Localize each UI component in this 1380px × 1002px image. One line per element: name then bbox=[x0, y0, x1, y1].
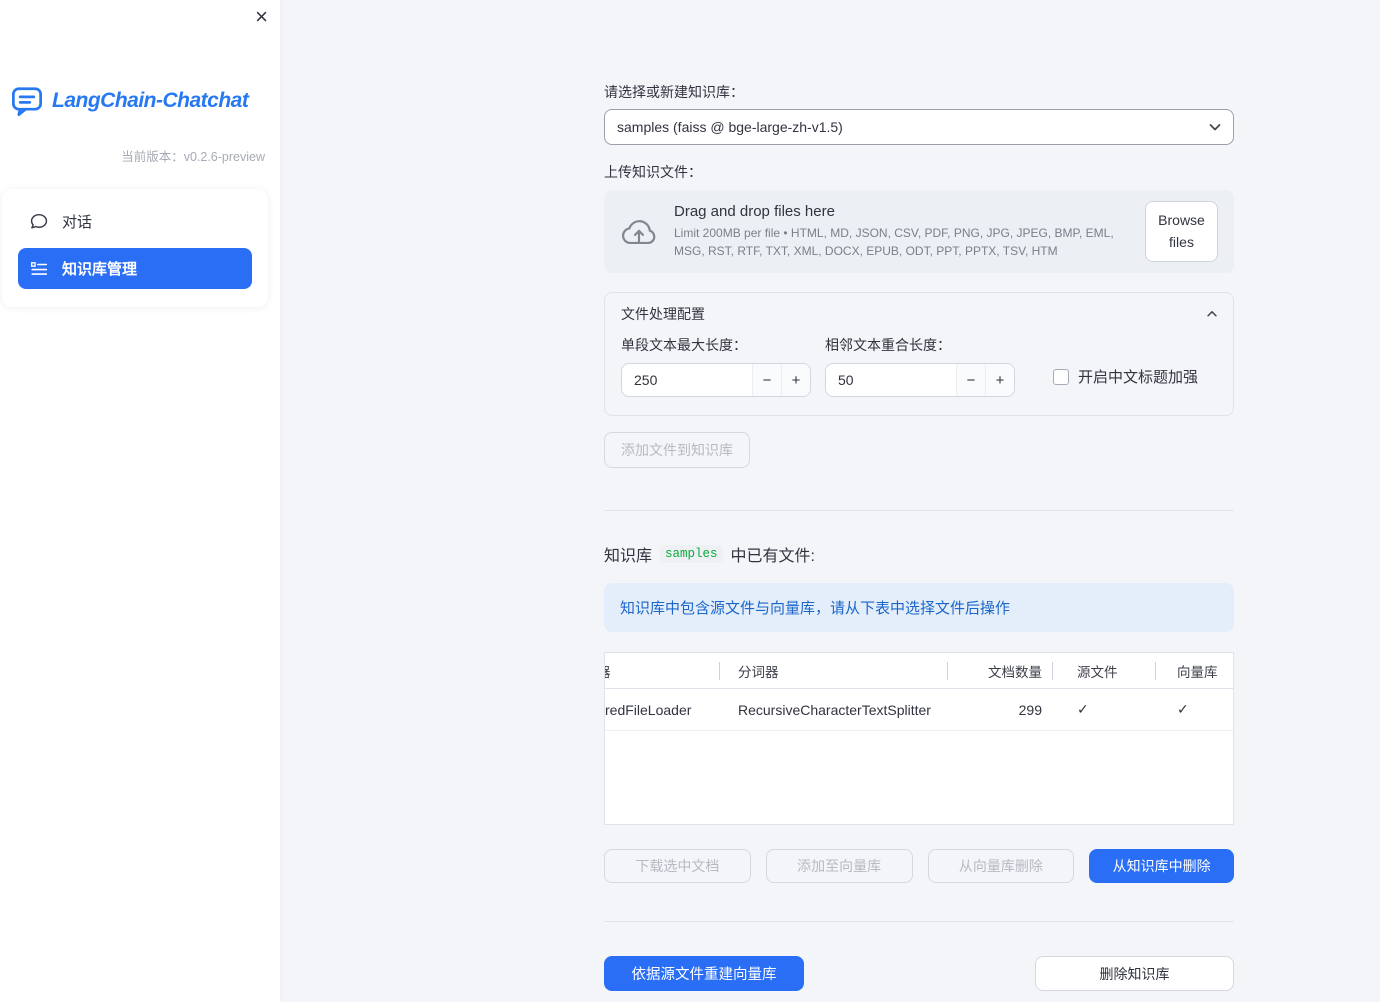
expander-header[interactable]: 文件处理配置 bbox=[605, 293, 1233, 333]
overlap-size-value[interactable]: 50 bbox=[826, 372, 956, 388]
overlap-size-plus-button[interactable]: + bbox=[985, 364, 1014, 396]
chevron-down-icon bbox=[1207, 119, 1223, 135]
table-header-vector-store[interactable]: 向量库 bbox=[1156, 653, 1233, 688]
logo-chat-icon bbox=[10, 86, 44, 116]
main-content: 请选择或新建知识库： samples (faiss @ bge-large-zh… bbox=[604, 0, 1234, 991]
delete-from-vector-store-button[interactable]: 从向量库删除 bbox=[927, 849, 1075, 883]
zh-title-enhance-checkbox[interactable] bbox=[1053, 368, 1069, 385]
uploader-limit-text: Limit 200MB per file • HTML, MD, JSON, C… bbox=[674, 226, 1114, 258]
kb-management-buttons: 依据源文件重建向量库 删除知识库 bbox=[604, 956, 1234, 991]
sidebar: × LangChain-Chatchat 当前版本：v0.2.6-preview… bbox=[0, 0, 280, 1002]
cloud-upload-icon bbox=[620, 217, 658, 247]
chunk-size-value[interactable]: 250 bbox=[622, 372, 752, 388]
chunk-size-minus-button[interactable]: − bbox=[752, 364, 781, 396]
table-row[interactable]: redFileLoader RecursiveCharacterTextSpli… bbox=[605, 689, 1233, 731]
logo-text: LangChain-Chatchat bbox=[52, 89, 249, 112]
divider bbox=[604, 510, 1234, 511]
download-selected-button[interactable]: 下载选中文档 bbox=[604, 849, 751, 883]
info-alert: 知识库中包含源文件与向量库，请从下表中选择文件后操作 bbox=[604, 583, 1234, 632]
file-config-expander: 文件处理配置 单段文本最大长度： 250 − + 相邻文本重合长度： 50 − … bbox=[604, 292, 1234, 416]
sidebar-item-label: 知识库管理 bbox=[62, 261, 138, 278]
divider bbox=[604, 921, 1234, 922]
zh-title-enhance-label: 开启中文标题加强 bbox=[1078, 369, 1199, 386]
cell-loader: redFileLoader bbox=[605, 701, 692, 718]
overlap-size-minus-button[interactable]: − bbox=[956, 364, 985, 396]
expander-body: 单段文本最大长度： 250 − + 相邻文本重合长度： 50 − + 开启中文标… bbox=[605, 333, 1233, 415]
table-header-doc-count[interactable]: 文档数量 bbox=[948, 653, 1053, 688]
uploader-drag-text: Drag and drop files here bbox=[674, 203, 835, 221]
existing-prefix: 知识库 bbox=[604, 548, 653, 565]
add-to-vector-store-button[interactable]: 添加至向量库 bbox=[765, 849, 913, 883]
table-header-source-file[interactable]: 源文件 bbox=[1053, 653, 1156, 688]
browse-files-button[interactable]: Browse files bbox=[1145, 200, 1218, 263]
delete-kb-button[interactable]: 删除知识库 bbox=[1035, 956, 1234, 991]
chunk-size-group: 单段文本最大长度： 250 − + bbox=[621, 335, 825, 397]
table-header-splitter[interactable]: 分词器 bbox=[720, 653, 948, 688]
cell-splitter: RecursiveCharacterTextSplitter bbox=[738, 701, 931, 718]
overlap-size-label: 相邻文本重合长度： bbox=[825, 337, 951, 353]
version-label: 当前版本：v0.2.6-preview bbox=[121, 150, 265, 164]
zh-title-enhance-group: 开启中文标题加强 bbox=[1053, 366, 1198, 387]
kb-selectbox[interactable]: samples (faiss @ bge-large-zh-v1.5) bbox=[604, 109, 1234, 145]
table-header-row: 器 分词器 文档数量 源文件 向量库 bbox=[605, 653, 1233, 689]
sidebar-item-knowledge-base[interactable]: 知识库管理 bbox=[18, 248, 252, 289]
kb-select-label: 请选择或新建知识库： bbox=[604, 84, 744, 100]
app-logo: LangChain-Chatchat bbox=[0, 86, 280, 116]
sidebar-menu: 对话 知识库管理 bbox=[2, 189, 268, 307]
kb-selected-value: samples (faiss @ bge-large-zh-v1.5) bbox=[617, 119, 843, 135]
upload-label: 上传知识文件： bbox=[604, 164, 702, 180]
expander-title: 文件处理配置 bbox=[621, 306, 705, 322]
chunk-size-plus-button[interactable]: + bbox=[781, 364, 810, 396]
file-uploader-dropzone[interactable]: Drag and drop files here Limit 200MB per… bbox=[604, 190, 1234, 273]
kb-name-code: samples bbox=[660, 545, 723, 563]
overlap-size-group: 相邻文本重合长度： 50 − + bbox=[825, 335, 1029, 397]
rebuild-vector-store-button[interactable]: 依据源文件重建向量库 bbox=[604, 956, 804, 991]
chunk-size-label: 单段文本最大长度： bbox=[621, 337, 747, 353]
add-files-to-kb-button[interactable]: 添加文件到知识库 bbox=[604, 432, 750, 468]
file-action-buttons: 下载选中文档 添加至向量库 从向量库删除 从知识库中删除 bbox=[604, 849, 1234, 883]
existing-suffix: 中已有文件: bbox=[730, 548, 815, 565]
info-alert-text: 知识库中包含源文件与向量库，请从下表中选择文件后操作 bbox=[620, 600, 1011, 617]
table-header-loader[interactable]: 器 bbox=[605, 653, 720, 688]
sidebar-item-dialogue[interactable]: 对话 bbox=[18, 203, 252, 240]
cell-doc-count: 299 bbox=[1018, 701, 1042, 718]
sidebar-item-label: 对话 bbox=[62, 214, 93, 231]
cell-source-file-check: ✓ bbox=[1077, 701, 1089, 717]
uploader-texts: Drag and drop files here Limit 200MB per… bbox=[674, 203, 1129, 260]
overlap-size-input[interactable]: 50 − + bbox=[825, 363, 1015, 397]
existing-files-heading: 知识库 samples 中已有文件: bbox=[604, 542, 1234, 566]
chevron-up-icon bbox=[1205, 307, 1219, 321]
delete-from-kb-button[interactable]: 从知识库中删除 bbox=[1089, 849, 1234, 883]
cell-vector-store-check: ✓ bbox=[1177, 701, 1189, 717]
chunk-size-input[interactable]: 250 − + bbox=[621, 363, 811, 397]
files-table[interactable]: 器 分词器 文档数量 源文件 向量库 redFileLoader Recursi… bbox=[604, 652, 1234, 825]
list-icon bbox=[30, 260, 48, 278]
chat-bubble-icon bbox=[30, 213, 48, 231]
sidebar-close-icon[interactable]: × bbox=[255, 4, 268, 30]
